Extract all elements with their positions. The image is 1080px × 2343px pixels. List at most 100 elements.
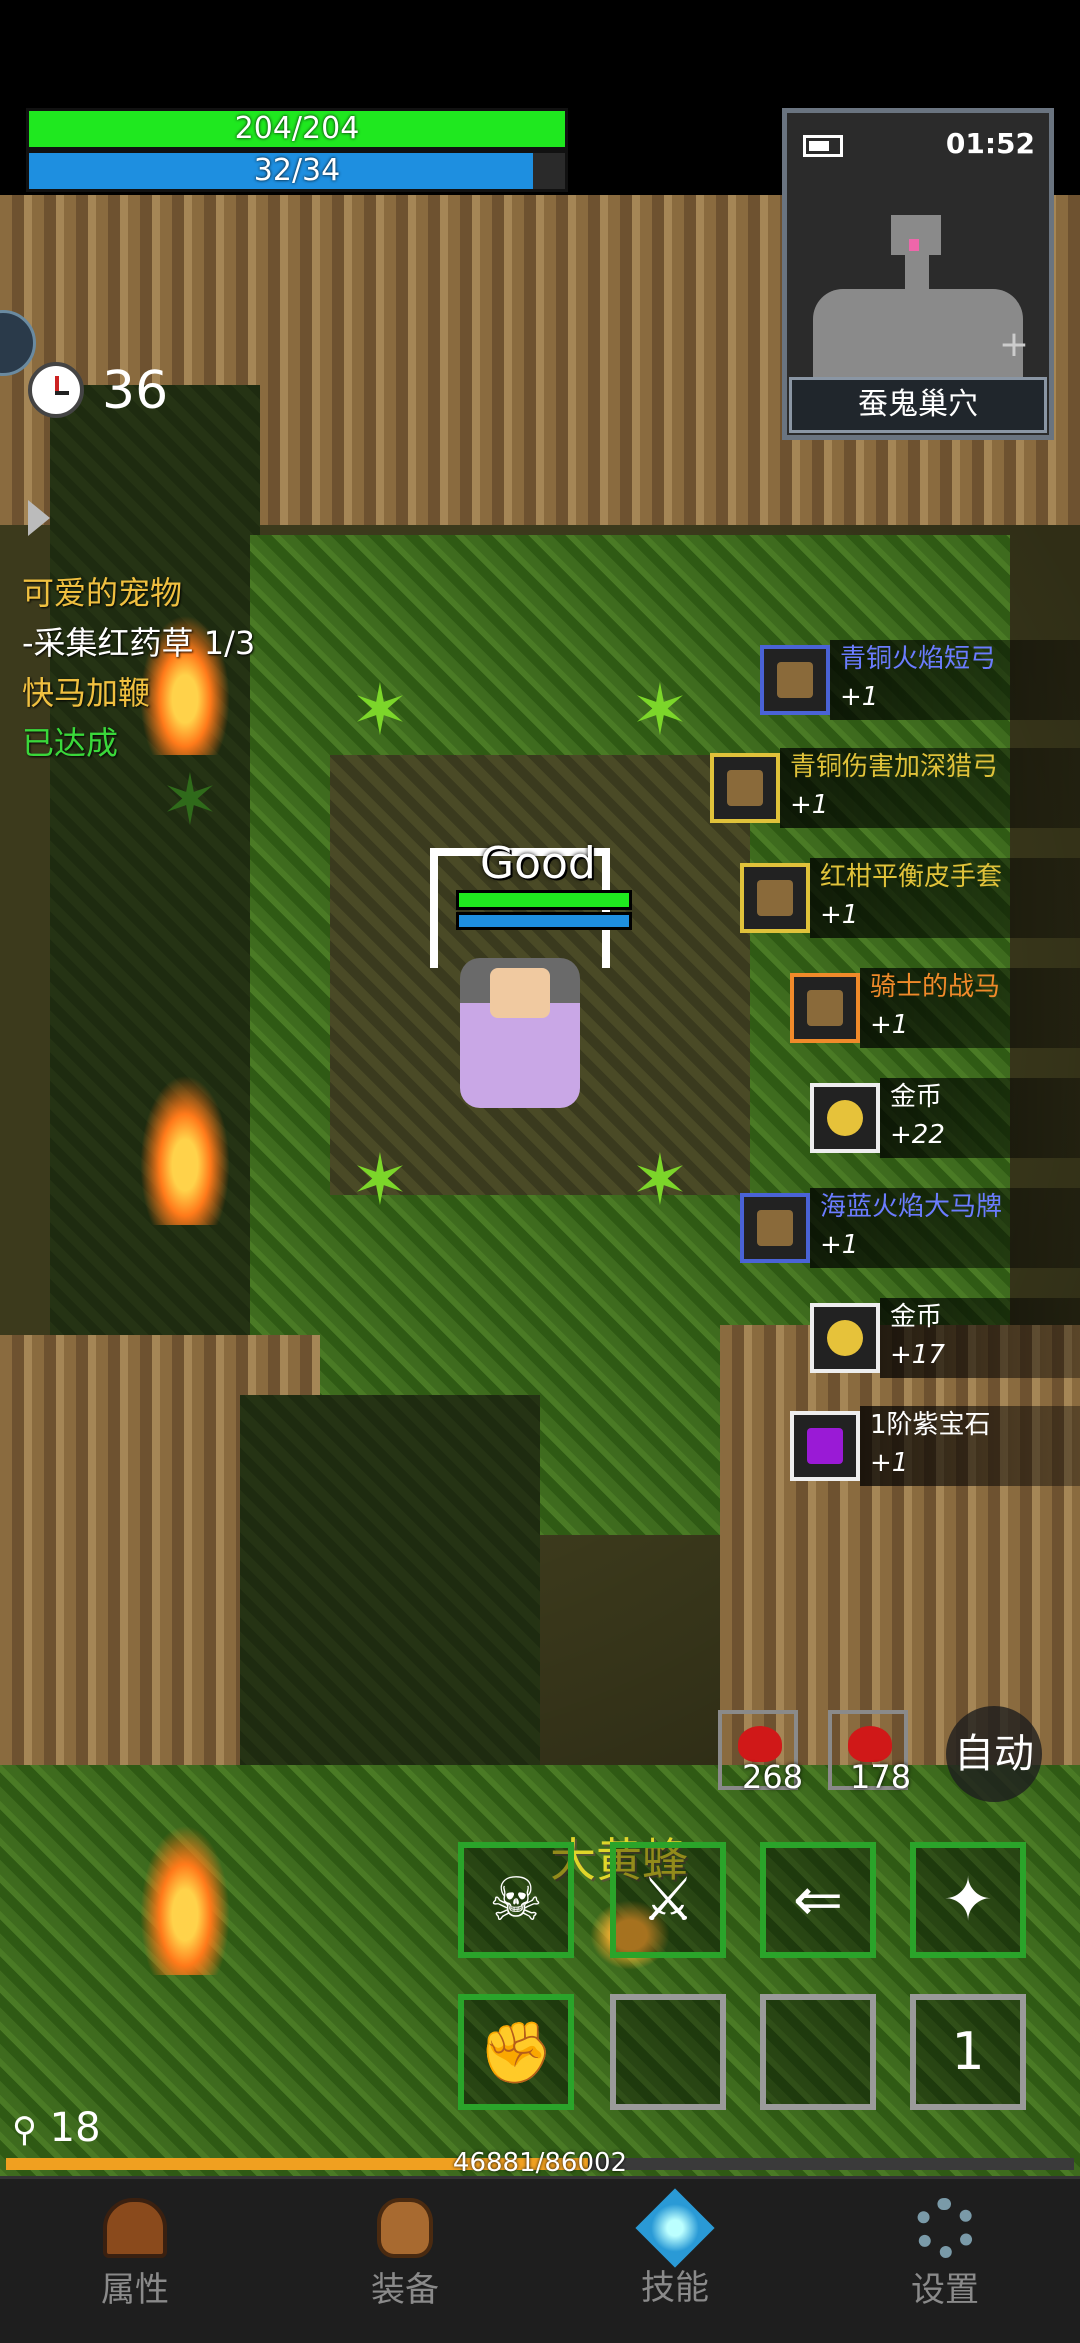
location-name: 蚕鬼巢穴 <box>789 377 1047 433</box>
torch-fire <box>140 1075 230 1225</box>
whirl-skill-icon: ✦ <box>942 1865 994 1935</box>
quest-expand-arrow-icon[interactable] <box>28 500 50 536</box>
glove-icon <box>740 863 810 933</box>
bag-icon <box>377 2197 433 2258</box>
quest-tracker[interactable]: 可爱的宠物 -采集红药草 1/3 快马加鞭已达成 <box>22 568 322 768</box>
hunting-bow-icon <box>710 753 780 823</box>
level-display: ⚲ 18 <box>12 2104 101 2154</box>
fist-icon: ✊ <box>478 2017 554 2088</box>
skill-slot-4[interactable]: ✦ <box>910 1842 1026 1958</box>
skill-slot-7[interactable] <box>760 1994 876 2110</box>
nav-attributes-label: 属性 <box>101 2269 169 2310</box>
crystal-icon <box>635 2187 715 2268</box>
mp-bar: 32/34 <box>26 150 568 192</box>
skill-slot-8[interactable]: 1 <box>910 1994 1026 2110</box>
hp-text: 204/204 <box>234 111 360 146</box>
combat-feedback-text: Good <box>480 838 596 889</box>
quest-line: 快马加鞭 <box>22 674 151 712</box>
loot-item-count: +22 <box>890 1120 945 1150</box>
loot-item-count: +1 <box>870 1010 909 1040</box>
loot-item: 红柑平衡皮手套 +1 <box>740 858 1080 938</box>
loot-item-name: 青铜火焰短弓 <box>840 644 997 674</box>
loot-item-count: +1 <box>820 1230 859 1260</box>
shadow-area <box>240 1395 540 1815</box>
sword-level-icon: ⚲ <box>12 2110 37 2150</box>
loot-item-name: 金币 <box>890 1302 943 1332</box>
zoom-plus-icon[interactable]: + <box>999 327 1029 363</box>
loot-item-count: +1 <box>790 790 829 820</box>
player-hp-bar <box>456 890 632 910</box>
skill-slot-3[interactable]: ⇐ <box>760 1842 876 1958</box>
gear-icon <box>915 2197 975 2258</box>
loot-item: 青铜火焰短弓 +1 <box>760 640 1080 720</box>
mp-potion-icon <box>848 1726 892 1762</box>
loot-item-count: +1 <box>820 900 859 930</box>
helmet-icon <box>103 2197 167 2258</box>
red-herb-plant[interactable]: ✶ <box>340 1145 420 1215</box>
quest-line: 已达成 <box>22 724 119 762</box>
loot-item-name: 骑士的战马 <box>870 972 1001 1002</box>
slot-count: 1 <box>951 2022 985 2082</box>
loot-item: 金币 +17 <box>810 1298 1080 1378</box>
loot-list: 青铜火焰短弓 +1 青铜伤害加深猎弓 +1 红柑平衡皮手套 +1 骑士的战马 +1 金币 +22 海… <box>0 0 1080 1486</box>
player-mp-bar <box>456 912 632 930</box>
gold-coin-icon <box>810 1303 880 1373</box>
loot-item-name: 海蓝火焰大马牌 <box>820 1192 1003 1222</box>
hp-potion-icon <box>738 1726 782 1762</box>
nav-equipment-label: 装备 <box>371 2269 439 2310</box>
bottom-nav: 属性 装备 技能 设置 <box>0 2176 1080 2343</box>
cave-rock-wall-right <box>720 1325 1080 1765</box>
minimap[interactable]: 01:52 + 蚕鬼巢穴 <box>782 108 1054 440</box>
mp-potion-count: 178 <box>850 1758 912 1796</box>
player-marker-icon <box>909 239 919 251</box>
quest-line: 可爱的宠物 <box>22 574 183 612</box>
battery-icon <box>803 135 843 157</box>
purple-gem-icon <box>790 1411 860 1481</box>
loot-item-count: +17 <box>890 1340 945 1370</box>
red-herb-plant[interactable]: ✶ <box>620 1145 700 1215</box>
crossed-swords-icon: ⚔ <box>641 1865 695 1935</box>
loot-item-name: 金币 <box>890 1082 943 1112</box>
gold-coin-icon <box>810 1083 880 1153</box>
player-face <box>490 968 550 1018</box>
red-herb-plant[interactable]: ✶ <box>620 675 700 745</box>
nav-skills[interactable]: 技能 <box>540 2179 810 2329</box>
minimap-cave <box>813 289 1023 381</box>
nav-settings[interactable]: 设置 <box>810 2179 1080 2329</box>
herb-plant[interactable]: ✶ <box>150 765 230 835</box>
red-herb-plant[interactable]: ✶ <box>340 675 420 745</box>
clock-icon <box>28 362 84 418</box>
level-value: 18 <box>49 2105 101 2151</box>
clock-time: 01:52 <box>945 127 1035 160</box>
loot-item: 海蓝火焰大马牌 +1 <box>740 1188 1080 1268</box>
dash-arrow-icon: ⇐ <box>792 1865 844 1935</box>
skill-slot-5[interactable]: ✊ <box>458 1994 574 2110</box>
exp-text: 46881/86002 <box>452 2148 628 2178</box>
loot-item: 1阶紫宝石 +1 <box>790 1406 1080 1486</box>
torch-fire <box>140 1825 230 1975</box>
warhorse-icon <box>790 973 860 1043</box>
skill-slot-2[interactable]: ⚔ <box>610 1842 726 1958</box>
loot-item-count: +1 <box>870 1448 909 1478</box>
loot-item-count: +1 <box>840 682 879 712</box>
hp-potion-count: 268 <box>742 1758 804 1796</box>
loot-item-name: 红柑平衡皮手套 <box>820 862 1003 892</box>
loot-item: 骑士的战马 +1 <box>790 968 1080 1048</box>
loot-item: 青铜伤害加深猎弓 +1 <box>710 748 1080 828</box>
loot-item: 金币 +22 <box>810 1078 1080 1158</box>
bow-icon <box>760 645 830 715</box>
quest-line: -采集红药草 1/3 <box>22 624 256 662</box>
auto-battle-button[interactable]: 自动 <box>946 1706 1042 1802</box>
minimap-corridor <box>905 253 929 293</box>
timer-value: 36 <box>102 361 169 421</box>
hp-bar: 204/204 <box>26 108 568 150</box>
horse-token-icon <box>740 1193 810 1263</box>
nav-equipment[interactable]: 装备 <box>270 2179 540 2329</box>
skill-slot-6[interactable] <box>610 1994 726 2110</box>
skill-slot-1[interactable]: ☠ <box>458 1842 574 1958</box>
loot-item-name: 1阶紫宝石 <box>870 1410 991 1440</box>
nav-settings-label: 设置 <box>911 2269 979 2310</box>
mp-text: 32/34 <box>253 153 341 188</box>
nav-attributes[interactable]: 属性 <box>0 2179 270 2329</box>
loot-item-name: 青铜伤害加深猎弓 <box>790 752 999 782</box>
